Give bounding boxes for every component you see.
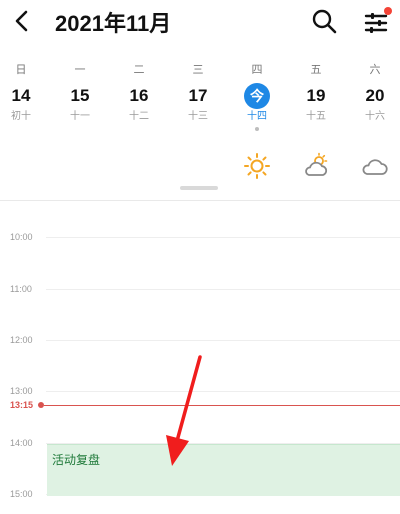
search-icon[interactable] <box>310 7 338 35</box>
lunar-date: 十一 <box>70 111 90 122</box>
lunar-date: 十四 <box>247 111 267 122</box>
sunny-icon <box>229 152 285 180</box>
cloudy-icon <box>347 152 400 180</box>
current-time-label: 13:15 <box>10 400 34 410</box>
hour-line <box>46 391 400 392</box>
weekday-label: 一 <box>74 64 86 76</box>
today-badge: 今 <box>244 83 270 109</box>
weekday-label: 五 <box>310 64 322 76</box>
hour-line <box>46 237 400 238</box>
lunar-date: 十六 <box>365 111 385 122</box>
day-cell-14[interactable]: 日 14 初十 <box>0 62 49 182</box>
weekday-label: 二 <box>133 64 145 76</box>
current-time-line <box>44 405 400 406</box>
annotation-arrow-icon <box>160 355 210 470</box>
today-date: 今 <box>229 82 285 110</box>
hour-label: 10:00 <box>10 232 33 242</box>
date-number: 20 <box>365 86 385 105</box>
date-number: 17 <box>188 86 208 105</box>
weekday-label: 六 <box>369 64 381 76</box>
partly-cloudy-icon <box>288 152 344 180</box>
drag-handle[interactable] <box>180 186 218 190</box>
day-cell-16[interactable]: 二 16 十二 <box>111 62 167 182</box>
event-title: 活动复盘 <box>52 453 101 467</box>
month-title[interactable]: 2021年11月 <box>55 6 171 38</box>
day-cell-17[interactable]: 三 17 十三 <box>170 62 226 182</box>
date-number: 15 <box>70 86 90 105</box>
lunar-date: 十五 <box>306 111 326 122</box>
hour-label: 15:00 <box>10 489 33 499</box>
filter-sliders-icon[interactable] <box>362 7 392 37</box>
top-bar: 2021年11月 <box>0 0 400 44</box>
hour-label: 14:00 <box>10 438 33 448</box>
hour-label: 13:00 <box>10 386 33 396</box>
lunar-date: 十三 <box>188 111 208 122</box>
event-block[interactable]: 活动复盘 <box>47 444 400 496</box>
day-cell-15[interactable]: 一 15 十一 <box>52 62 108 182</box>
hour-label: 12:00 <box>10 335 33 345</box>
week-strip: 日 14 初十 一 15 十一 二 16 十二 三 17 十三 四 今 十四 五… <box>0 62 400 182</box>
notification-dot-icon <box>384 7 392 15</box>
date-number: 19 <box>306 86 326 105</box>
hour-label: 11:00 <box>10 284 32 294</box>
weekday-label: 日 <box>15 64 27 76</box>
weekday-label: 四 <box>251 64 263 76</box>
lunar-date: 十二 <box>129 111 149 122</box>
hour-line <box>46 289 400 290</box>
lunar-date: 初十 <box>11 111 31 122</box>
date-number: 16 <box>129 86 149 105</box>
hour-line <box>46 340 400 341</box>
date-number: 14 <box>11 86 31 105</box>
back-chevron-icon[interactable] <box>10 8 36 34</box>
weekday-label: 三 <box>192 64 204 76</box>
event-dot-icon <box>255 127 259 131</box>
